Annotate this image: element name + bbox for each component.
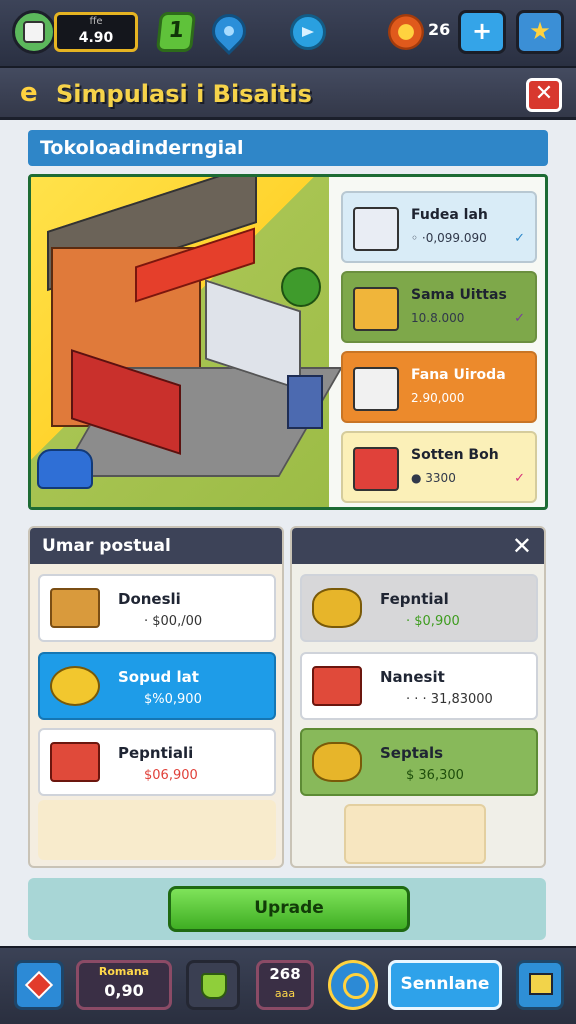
shop-item-card[interactable]: Fudea lah ◦ ·0,099.090 ✓: [341, 191, 537, 263]
item-name: Fana Uiroda: [411, 367, 506, 383]
seminar-button[interactable]: Sennlane: [388, 960, 502, 1010]
item-price: $%0,900: [144, 692, 202, 707]
player-avatar[interactable]: [12, 10, 56, 54]
gear-count: 26: [428, 20, 451, 39]
list-item[interactable]: Septals $ 36,300: [300, 728, 538, 796]
item-price: ◦ ·0,099.090: [411, 231, 487, 245]
item-price: $06,900: [144, 768, 198, 783]
item-name: Sama Uittas: [411, 287, 507, 303]
list-item[interactable]: Pepntiali $06,900: [38, 728, 276, 796]
item-thumbnail-icon: [353, 367, 399, 411]
check-icon: ✓: [514, 231, 525, 246]
item-name: Donesli: [118, 590, 181, 608]
bag-icon: [201, 973, 227, 999]
diamond-button[interactable]: [14, 960, 64, 1010]
list-item[interactable]: Sopud lat $%0,900: [38, 652, 276, 720]
simulation-window: e Simpulasi i Bisaitis ✕ Tokoloadinderng…: [0, 68, 576, 946]
item-name: Septals: [380, 744, 444, 762]
level-badge[interactable]: 1: [155, 12, 197, 52]
list-item[interactable]: Donesli · $00,/00: [38, 574, 276, 642]
clock-button[interactable]: [328, 960, 378, 1010]
item-name: Fepntial: [380, 590, 449, 608]
money-display: ffe 4.90: [54, 12, 138, 52]
right-panel-header: ✕: [292, 528, 544, 564]
shop-panel: Fudea lah ◦ ·0,099.090 ✓ Sama Uittas 10.…: [28, 174, 548, 510]
empty-slot[interactable]: [344, 804, 486, 864]
coins-icon: [50, 666, 100, 706]
coin-e-icon: e: [20, 78, 38, 108]
right-panel: ✕ Fepntial · $0,900 Nanesit · · · 31,830…: [290, 526, 546, 868]
left-panel: Umar postual Donesli · $00,/00 Sopud lat…: [28, 526, 284, 868]
avatar-face-icon: [23, 21, 45, 43]
item-price: · $00,/00: [144, 614, 203, 629]
coins-icon: [312, 742, 362, 782]
window-header: e Simpulasi i Bisaitis ✕: [0, 68, 576, 120]
item-price: 2.90,000: [411, 391, 465, 405]
item-name: Sopud lat: [118, 668, 199, 686]
left-panel-title: Umar postual: [30, 528, 282, 564]
navigation-icon[interactable]: [290, 14, 326, 50]
map-button[interactable]: [516, 960, 564, 1010]
item-name: Pepntiali: [118, 744, 194, 762]
count-display[interactable]: 268 aaa: [256, 960, 314, 1010]
upgrade-bar: Uprade: [28, 878, 546, 940]
cart-icon: [287, 375, 323, 429]
coins-icon: [312, 588, 362, 628]
item-price: 10.8.000: [411, 311, 465, 325]
shop-item-card[interactable]: Fana Uiroda 2.90,000: [341, 351, 537, 423]
map-pin-icon[interactable]: [204, 6, 254, 56]
item-name: Sotten Boh: [411, 447, 499, 463]
plant-icon: [281, 267, 321, 307]
item-price: $ 36,300: [406, 768, 464, 783]
window-title: Simpulasi i Bisaitis: [56, 80, 312, 108]
star-button[interactable]: ★: [516, 10, 564, 54]
money-label: ffe: [89, 16, 103, 27]
bottom-bar: Romana 0,90 268 aaa Sennlane: [0, 946, 576, 1024]
upgrade-button[interactable]: Uprade: [168, 886, 410, 932]
bottom-money-value: 0,90: [104, 981, 144, 1000]
count-value: 268: [269, 965, 301, 983]
top-hud: ffe 4.90 1 26 + ★: [0, 0, 576, 68]
empty-slot: [38, 800, 276, 860]
car-icon: [37, 449, 93, 489]
shop-item-list: Fudea lah ◦ ·0,099.090 ✓ Sama Uittas 10.…: [341, 191, 537, 507]
item-thumbnail-icon: [353, 287, 399, 331]
ticket-icon: [312, 666, 362, 706]
gear-icon[interactable]: [388, 14, 424, 50]
item-price: · $0,900: [406, 614, 460, 629]
item-name: Fudea lah: [411, 207, 488, 223]
item-price: ● 3300: [411, 471, 456, 485]
bottom-money-label: Romana: [98, 965, 150, 978]
count-label: aaa: [274, 987, 296, 1000]
bag-button[interactable]: [186, 960, 240, 1010]
shop-item-card[interactable]: Sotten Boh ● 3300 ✓: [341, 431, 537, 503]
item-name: Nanesit: [380, 668, 445, 686]
diamond-icon: [24, 970, 54, 1000]
map-icon: [529, 973, 553, 995]
shop-scene-illustration: [31, 177, 343, 507]
check-icon: ✓: [514, 311, 525, 326]
item-thumbnail-icon: [353, 447, 399, 491]
close-button[interactable]: ✕: [526, 78, 562, 112]
ticket-icon: [50, 742, 100, 782]
list-item[interactable]: Nanesit · · · 31,83000: [300, 652, 538, 720]
list-item[interactable]: Fepntial · $0,900: [300, 574, 538, 642]
check-icon: ✓: [514, 471, 525, 486]
money-value: 4.90: [78, 30, 114, 46]
close-icon[interactable]: ✕: [512, 528, 532, 564]
item-price: · · · 31,83000: [406, 692, 493, 707]
add-button[interactable]: +: [458, 10, 506, 54]
item-thumbnail-icon: [353, 207, 399, 251]
shop-subtitle: Tokoloadinderngial: [28, 130, 548, 166]
shop-item-card[interactable]: Sama Uittas 10.8.000 ✓: [341, 271, 537, 343]
bottom-money-display[interactable]: Romana 0,90: [76, 960, 172, 1010]
box-icon: [50, 588, 100, 628]
